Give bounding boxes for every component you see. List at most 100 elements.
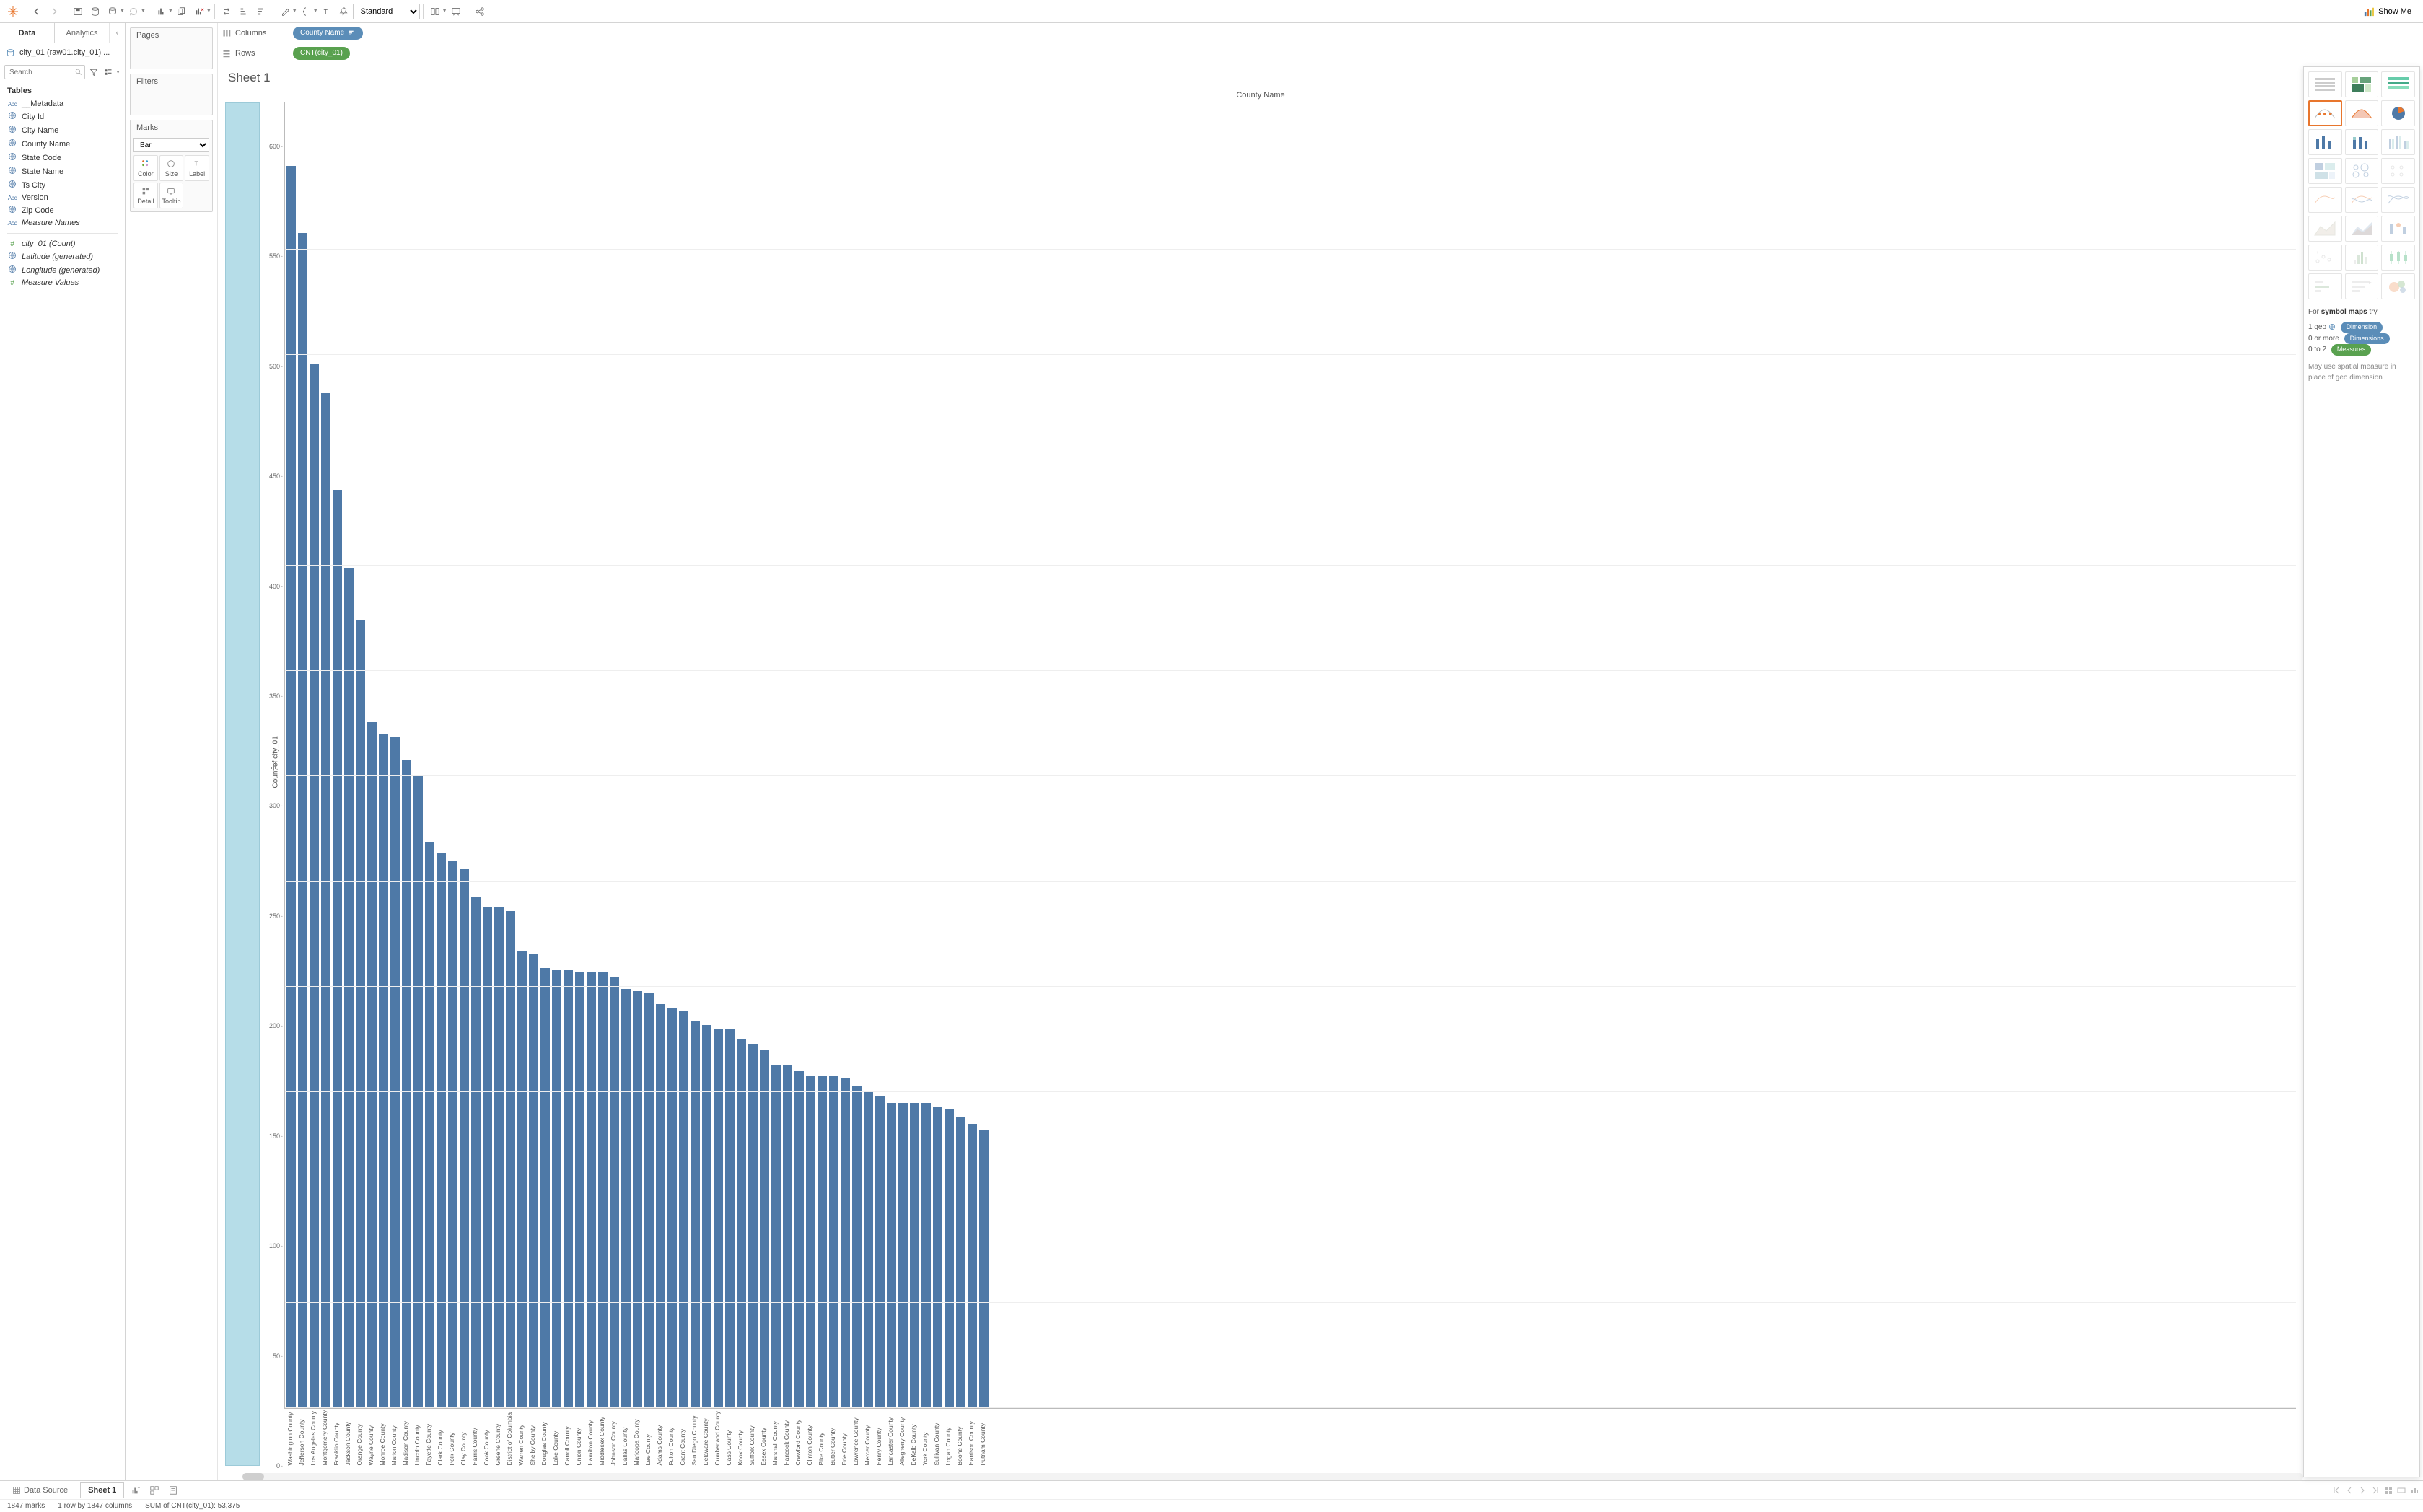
new-worksheet-button[interactable] <box>152 3 170 20</box>
tab-datasource[interactable]: Data Source <box>4 1482 76 1498</box>
bar[interactable] <box>667 1008 677 1409</box>
bar[interactable] <box>575 972 584 1408</box>
rows-shelf[interactable]: Rows CNT(city_01) <box>218 43 2423 63</box>
showme-thumb[interactable] <box>2345 245 2379 271</box>
field-item[interactable]: City Name <box>4 123 121 137</box>
bar[interactable] <box>771 1065 781 1408</box>
bar[interactable] <box>921 1103 931 1408</box>
bar[interactable] <box>587 972 596 1408</box>
bar[interactable] <box>898 1103 908 1408</box>
tabs-icon[interactable] <box>2410 1486 2419 1495</box>
collapse-panel-button[interactable]: ‹ <box>109 23 125 43</box>
presentation-button[interactable] <box>447 3 465 20</box>
dropdown-caret-icon[interactable]: ▼ <box>292 9 297 14</box>
bar[interactable] <box>517 951 527 1409</box>
prev-icon[interactable] <box>2345 1486 2354 1495</box>
showme-thumb[interactable]: + <box>2308 245 2342 271</box>
dropdown-caret-icon[interactable]: ▼ <box>120 9 125 14</box>
showme-thumb[interactable] <box>2345 71 2379 97</box>
sort-asc-button[interactable] <box>235 3 253 20</box>
bar[interactable] <box>656 1004 665 1409</box>
showme-thumb[interactable] <box>2308 71 2342 97</box>
tab-sheet1[interactable]: Sheet 1 <box>80 1482 124 1498</box>
marks-type-select[interactable]: Bar <box>133 138 209 152</box>
search-input[interactable] <box>4 65 85 79</box>
sheet-title[interactable]: Sheet 1 <box>218 63 2303 88</box>
bar[interactable] <box>356 620 365 1408</box>
new-datasource-button[interactable] <box>87 3 104 20</box>
pin-button[interactable] <box>336 3 353 20</box>
bar[interactable] <box>321 393 330 1408</box>
showme-thumb[interactable] <box>2381 187 2415 213</box>
bar[interactable] <box>344 568 354 1408</box>
marks-label[interactable]: TLabel <box>185 155 209 181</box>
axis-sort-icon[interactable] <box>270 761 279 770</box>
bar[interactable] <box>714 1029 723 1409</box>
label-button[interactable]: T <box>318 3 336 20</box>
bar[interactable] <box>933 1107 942 1409</box>
showme-thumb[interactable] <box>2381 158 2415 184</box>
bar[interactable] <box>552 970 561 1408</box>
bar[interactable] <box>841 1078 850 1408</box>
showme-thumb[interactable] <box>2381 216 2415 242</box>
bar[interactable] <box>910 1103 919 1408</box>
showme-thumb[interactable] <box>2381 100 2415 126</box>
bar[interactable] <box>748 1044 758 1408</box>
bar[interactable] <box>564 970 573 1408</box>
bar[interactable] <box>702 1025 711 1408</box>
marks-color[interactable]: Color <box>133 155 158 181</box>
datasource-item[interactable]: city_01 (raw01.city_01) ... <box>0 43 125 62</box>
swap-button[interactable] <box>218 3 235 20</box>
showme-thumb[interactable] <box>2308 100 2342 126</box>
bar[interactable] <box>529 954 538 1409</box>
bar[interactable] <box>448 861 457 1408</box>
bar[interactable] <box>979 1130 989 1408</box>
dropdown-caret-icon[interactable]: ▼ <box>115 70 121 75</box>
field-item[interactable]: #Measure Values <box>4 277 121 289</box>
field-item[interactable]: Longitude (generated) <box>4 263 121 277</box>
autosave-button[interactable] <box>104 3 121 20</box>
bar[interactable] <box>852 1086 862 1409</box>
bar[interactable] <box>829 1076 838 1408</box>
showme-thumb[interactable] <box>2381 245 2415 271</box>
showme-thumb[interactable] <box>2381 129 2415 155</box>
showme-thumb[interactable] <box>2345 100 2379 126</box>
bar[interactable] <box>737 1040 746 1408</box>
new-worksheet-tab-button[interactable]: + <box>128 1483 143 1498</box>
bar[interactable] <box>806 1076 815 1408</box>
group-button[interactable] <box>297 3 315 20</box>
highlight-button[interactable] <box>276 3 294 20</box>
bar[interactable] <box>864 1092 873 1408</box>
marks-tooltip[interactable]: Tooltip <box>159 183 184 208</box>
bar[interactable] <box>425 842 434 1409</box>
field-item[interactable]: Ts City <box>4 178 121 192</box>
showme-thumb[interactable] <box>2345 187 2379 213</box>
field-item[interactable]: State Code <box>4 151 121 164</box>
back-button[interactable] <box>28 3 45 20</box>
sort-desc-button[interactable] <box>253 3 270 20</box>
marks-size[interactable]: Size <box>159 155 184 181</box>
new-dashboard-tab-button[interactable] <box>147 1483 162 1498</box>
bar[interactable] <box>760 1050 769 1408</box>
dropdown-caret-icon[interactable]: ▼ <box>442 9 447 14</box>
clear-button[interactable] <box>190 3 208 20</box>
field-item[interactable]: Zip Code <box>4 203 121 217</box>
showme-thumb[interactable] <box>2345 129 2379 155</box>
columns-shelf[interactable]: Columns County Name <box>218 23 2423 43</box>
showme-thumb[interactable] <box>2308 273 2342 299</box>
showme-thumb[interactable] <box>2308 216 2342 242</box>
field-item[interactable]: State Name <box>4 164 121 178</box>
bar[interactable] <box>483 907 492 1408</box>
dropdown-caret-icon[interactable]: ▼ <box>313 9 318 14</box>
rows-pill-cnt[interactable]: CNT(city_01) <box>293 47 350 60</box>
axis-highlight[interactable] <box>225 102 260 1466</box>
bar[interactable] <box>783 1065 792 1408</box>
columns-pill-county[interactable]: County Name <box>293 27 363 40</box>
dropdown-caret-icon[interactable]: ▼ <box>168 9 173 14</box>
view-as-button[interactable] <box>102 66 114 78</box>
field-item[interactable]: #city_01 (Count) <box>4 238 121 250</box>
marks-detail[interactable]: Detail <box>133 183 158 208</box>
bar[interactable] <box>286 166 296 1409</box>
bar[interactable] <box>437 853 446 1409</box>
y-axis[interactable]: Count of city_01 05010015020025030035040… <box>260 102 284 1466</box>
